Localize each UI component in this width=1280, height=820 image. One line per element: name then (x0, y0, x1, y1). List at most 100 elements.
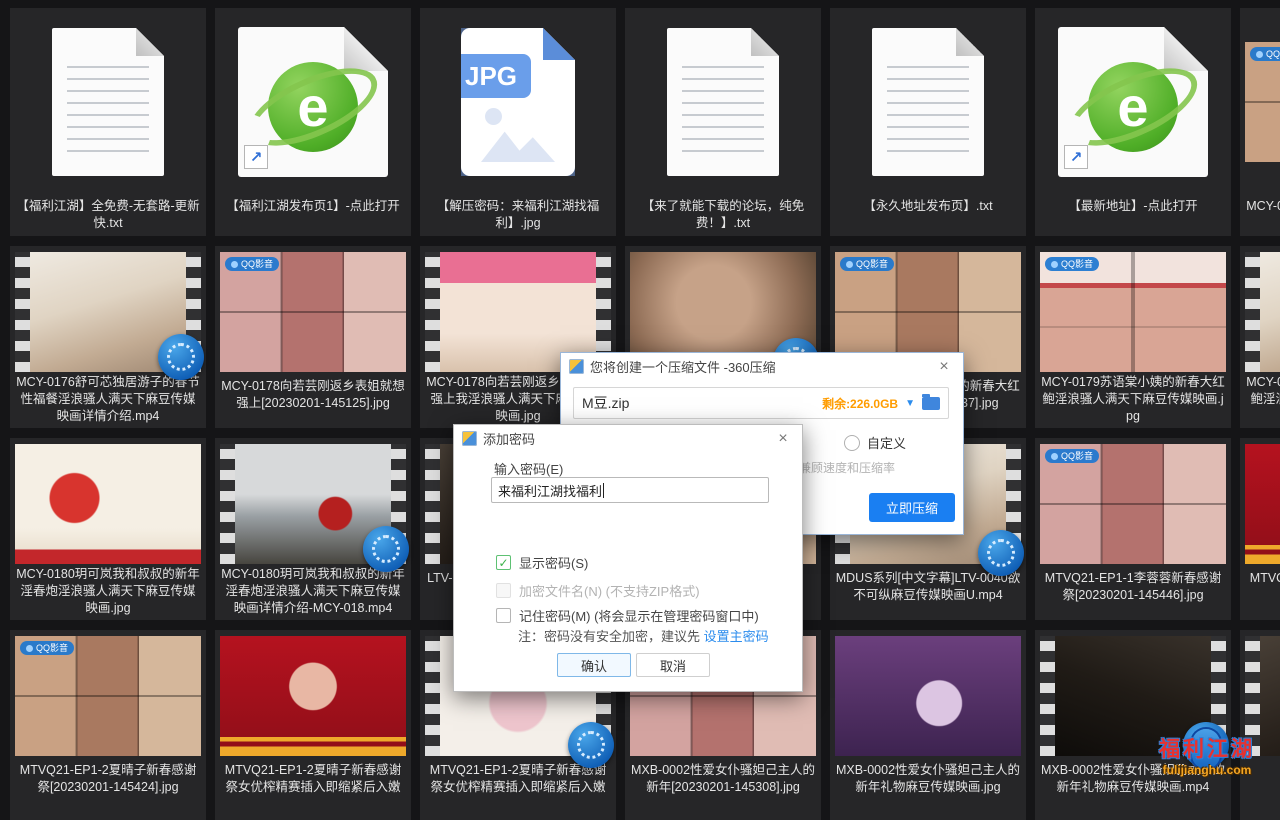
qqplayer-logo-chip: QQ影音 (1250, 47, 1280, 61)
image-thumbnail (835, 636, 1021, 756)
image-glyph (481, 108, 555, 162)
jpg-file-icon: JPG (461, 28, 575, 176)
file-name-label: 【永久地址发布页】.txt (830, 198, 1026, 219)
remember-password-checkbox[interactable] (496, 608, 511, 623)
video-thumbnail (1245, 252, 1280, 372)
file-name-label: MCY-0178向若芸刚返乡表姐就想强上[20230201-145125].jp… (215, 378, 411, 416)
file-item[interactable]: MCY-0179苏语棠小姨的新春大红鲍淫浪骚人满天下麻豆传媒映画详情介绍.mp4 (1240, 246, 1280, 428)
file-explorer-view: { "icons": { "jpg_label": "JPG", "browse… (0, 0, 1280, 787)
file-name-label: MCY-0179苏语棠小姨的新春大红鲍淫浪骚人满天下麻豆传媒映画.jpg (1035, 374, 1231, 428)
file-name-label: MCY-0180玥可岚我和叔叔的新年淫春炮淫浪骚人满天下麻豆传媒映画详情介绍-M… (215, 566, 411, 620)
file-item[interactable]: MXB-0002性爱女仆骚妲己主人的新年礼物麻豆传媒映画.jpg (830, 630, 1026, 820)
qqplayer-badge-icon (1183, 722, 1229, 768)
video-thumbnail (1245, 636, 1280, 756)
file-thumbnail-area: QQ影音 (1240, 8, 1280, 196)
compress-now-button[interactable]: 立即压缩 (869, 493, 955, 522)
file-item[interactable]: MTVQ21-EP1-2夏晴子新春感谢祭女优榨精赛插入即缩紧后入嫩 (215, 630, 411, 820)
archive-name-input[interactable]: M豆.zip 剩余:226.0GB ▼ (573, 387, 949, 419)
qqplayer-logo-chip: QQ影音 (20, 641, 74, 655)
file-thumbnail-area (625, 8, 821, 196)
file-item[interactable]: e↗ 【福利江湖发布页1】-点此打开 (215, 8, 411, 236)
browser-e-icon: e↗ (1058, 27, 1208, 177)
close-icon[interactable]: × (772, 429, 794, 449)
file-item[interactable] (1240, 630, 1280, 820)
file-item[interactable]: MCY-0176舒可芯独居游子的春节性福餐淫浪骚人满天下麻豆传媒映画详情介绍.m… (10, 246, 206, 428)
file-name-label: 【福利江湖】全免费-无套路-更新快.txt (10, 198, 206, 236)
file-thumbnail-area (215, 630, 411, 760)
qqplayer-logo-chip: QQ影音 (1045, 257, 1099, 271)
qqplayer-logo-chip: QQ影音 (840, 257, 894, 271)
remember-password-label: 记住密码(M) (将会显示在管理密码窗口中) (519, 606, 759, 625)
image-thumbnail (220, 636, 406, 756)
file-thumbnail-area: JPG (420, 8, 616, 196)
image-thumbnail: QQ影音 (1245, 42, 1280, 162)
file-item[interactable]: MXB-0002性爱女仆骚妲己主人的新年礼物麻豆传媒映画.mp4 (1035, 630, 1231, 820)
file-name-label: MTVQ21-EP1-2夏晴子新春感谢祭[20230201-145424].jp… (10, 762, 206, 800)
remember-password-row[interactable]: 记住密码(M) (将会显示在管理密码窗口中) (496, 606, 759, 625)
show-password-checkbox[interactable]: ✓ (496, 555, 511, 570)
add-password-dialog: 添加密码 × 输入密码(E) 来福利江湖找福利 ✓ 显示密码(S) 加密文件名(… (453, 424, 803, 692)
show-password-label: 显示密码(S) (519, 553, 588, 572)
show-password-row[interactable]: ✓ 显示密码(S) (496, 553, 588, 572)
txt-file-icon (52, 28, 164, 176)
file-item[interactable]: QQ影音 MCY-0179苏语棠小姨的新春大红鲍淫浪骚人满天下麻豆传媒映画.jp… (1035, 246, 1231, 428)
file-item[interactable]: QQ影音 MTVQ21-EP1-1李蓉蓉新春感谢祭[20230201-14544… (1035, 438, 1231, 620)
encrypt-names-label: 加密文件名(N) (不支持ZIP格式) (519, 581, 700, 600)
file-thumbnail-area: QQ影音 (1035, 246, 1231, 372)
file-name-label: MCY-0176舒可芯独居游子的春节性福餐淫浪骚人满天下麻豆传媒映画详情介绍.m… (10, 374, 206, 428)
file-thumbnail-area: e↗ (215, 8, 411, 196)
file-item[interactable]: QQ影音 MCY-0178向若芸刚返乡表姐就想强上[20230201-14512… (215, 246, 411, 428)
qqplayer-badge-icon (568, 722, 614, 768)
archive-filename[interactable]: M豆.zip (582, 393, 815, 413)
shortcut-arrow-icon: ↗ (244, 145, 268, 169)
txt-file-icon (667, 28, 779, 176)
file-item[interactable]: QQ影音 MCY-0176舒可芯独居游子的春节性福[2023 (1240, 8, 1280, 236)
encrypt-names-row: 加密文件名(N) (不支持ZIP格式) (496, 581, 700, 600)
dialog-title: 您将创建一个压缩文件 -360压缩 (590, 357, 927, 376)
file-item[interactable]: JPG 【解压密码：来福利江湖找福利】.jpg (420, 8, 616, 236)
password-input[interactable]: 来福利江湖找福利 (491, 477, 769, 503)
password-label: 输入密码(E) (494, 459, 563, 478)
file-item[interactable]: 【福利江湖】全免费-无套路-更新快.txt (10, 8, 206, 236)
file-item[interactable]: e↗ 【最新地址】-点此打开 (1035, 8, 1231, 236)
radio-custom[interactable] (844, 435, 860, 451)
text-caret (603, 483, 604, 498)
image-thumbnail: QQ影音 (1040, 444, 1226, 564)
security-note: 注：密码没有安全加密，建议先 设置主密码 (518, 626, 769, 645)
file-item[interactable]: MCY-0180玥可岚我和叔叔的新年淫春炮淫浪骚人满天下麻豆传媒映画.jpg (10, 438, 206, 620)
file-name-label: MXB-0002性爱女仆骚妲己主人的新年礼物麻豆传媒映画.jpg (830, 762, 1026, 800)
qqplayer-logo-chip: QQ影音 (1045, 449, 1099, 463)
file-thumbnail-area (1240, 246, 1280, 372)
set-master-password-link[interactable]: 设置主密码 (704, 629, 769, 644)
file-item[interactable]: MCY-0180玥可岚我和叔叔的新年淫春炮淫浪骚人满天下麻豆传媒映画详情介绍-M… (215, 438, 411, 620)
custom-radio-row[interactable]: 自定义 (844, 433, 906, 452)
file-name-label: 【解压密码：来福利江湖找福利】.jpg (420, 198, 616, 236)
shortcut-arrow-icon: ↗ (1064, 145, 1088, 169)
close-icon[interactable]: × (933, 357, 955, 377)
confirm-button[interactable]: 确认 (557, 653, 631, 677)
jpg-label: JPG (451, 54, 531, 98)
qqplayer-badge-icon (978, 530, 1024, 576)
security-note-text: 注：密码没有安全加密，建议先 (518, 629, 704, 644)
file-name-label: 【福利江湖发布页1】-点此打开 (215, 198, 411, 219)
360zip-icon (569, 359, 584, 374)
chevron-down-icon[interactable]: ▼ (905, 398, 915, 409)
file-item[interactable]: QQ影音 MTVQ21-EP1-2夏晴子新春感谢祭[20230201-14542… (10, 630, 206, 820)
image-thumbnail (15, 444, 201, 564)
file-item[interactable]: 【来了就能下载的论坛，纯免费！】.txt (625, 8, 821, 236)
cancel-button[interactable]: 取消 (636, 653, 710, 677)
file-item[interactable]: MTVQ21-EP1-1李蓉蓉新春感谢祭大口吸 (1240, 438, 1280, 620)
file-thumbnail-area (1240, 630, 1280, 760)
file-thumbnail-area (10, 438, 206, 564)
file-thumbnail-area (1035, 630, 1231, 760)
file-item[interactable]: 【永久地址发布页】.txt (830, 8, 1026, 236)
file-thumbnail-area (1240, 438, 1280, 568)
password-value: 来福利江湖找福利 (498, 481, 602, 500)
browser-e-icon: e↗ (238, 27, 388, 177)
image-thumbnail: QQ影音 (15, 636, 201, 756)
browse-folder-icon[interactable] (922, 397, 940, 410)
file-thumbnail-area: QQ影音 (10, 630, 206, 760)
file-thumbnail-area (830, 8, 1026, 196)
browser-e-logo: e (268, 62, 358, 152)
file-name-label: MTVQ21-EP1-1李蓉蓉新春感谢祭大口吸 (1240, 570, 1280, 608)
